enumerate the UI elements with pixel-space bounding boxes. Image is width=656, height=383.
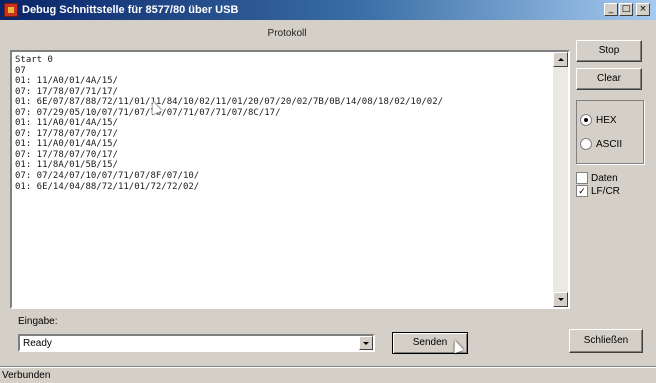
log-header: Protokoll [267, 28, 307, 39]
log-line: 07: 17/78/07/71/17/ [15, 86, 118, 97]
log-lines: Start 0 07 01: 11/A0/01/4A/15/ 07: 17/78… [15, 55, 555, 192]
radio-hex[interactable]: HEX [580, 114, 617, 128]
radio-ascii[interactable]: ASCII [580, 138, 622, 152]
status-text: Verbunden [2, 370, 51, 381]
radio-ascii-label: ASCII [596, 139, 623, 150]
log-line: 01: 11/8A/01/5B/15/ [15, 160, 118, 171]
log-line: 07 [15, 65, 26, 76]
log-line: 07: 17/78/07/70/17/ [15, 149, 118, 160]
log-scrollbar[interactable] [553, 52, 568, 307]
status-divider [0, 366, 656, 367]
combobox-value[interactable]: Ready [23, 337, 52, 351]
maximize-button[interactable]: □ [619, 3, 633, 16]
minimize-button[interactable]: _ [604, 3, 618, 16]
window-title: Debug Schnittstelle für 8577/80 über USB [22, 4, 239, 16]
scroll-up-icon[interactable] [553, 52, 568, 67]
checkbox-lfcr-label: LF/CR [591, 186, 620, 197]
title-bar[interactable]: Debug Schnittstelle für 8577/80 über USB… [0, 0, 656, 20]
log-line: 07: 07/24/07/10/07/71/07/8F/07/10/ [15, 171, 200, 182]
scroll-down-icon[interactable] [553, 292, 568, 307]
close-window-button[interactable]: × [636, 3, 650, 16]
log-line: 01: 11/A0/01/4A/15/ [15, 76, 118, 87]
chevron-down-icon[interactable] [359, 336, 373, 350]
log-line: Start 0 [15, 55, 53, 65]
log-line: 07: 17/78/07/70/17/ [15, 128, 118, 139]
app-icon [4, 3, 18, 17]
clear-button[interactable]: Clear [576, 68, 642, 90]
log-line: 01: 11/A0/01/4A/15/ [15, 118, 118, 129]
log-line: 01: 6E/07/87/88/72/11/01/11/84/10/02/11/… [15, 97, 444, 108]
radio-unselected-icon[interactable] [580, 138, 592, 151]
log-line: 01: 11/A0/01/4A/15/ [15, 139, 118, 150]
command-combobox[interactable]: Ready [18, 334, 375, 352]
checkbox-lfcr[interactable]: ✓ LF/CR [576, 185, 620, 198]
format-group [576, 100, 644, 164]
close-button[interactable]: Schließen [569, 329, 643, 353]
input-label: Eingabe: [18, 316, 58, 327]
radio-hex-label: HEX [596, 115, 617, 126]
debug-window: Debug Schnittstelle für 8577/80 über USB… [0, 0, 656, 383]
checkmark-icon[interactable]: ✓ [576, 185, 588, 198]
checkbox-data[interactable]: Daten [576, 172, 618, 185]
log-line: 01: 6E/14/04/88/72/11/01/72/72/02/ [15, 181, 200, 192]
stop-button[interactable]: Stop [576, 40, 642, 62]
checkbox-data-label: Daten [591, 173, 618, 184]
checkbox-empty-icon[interactable] [576, 172, 588, 185]
log-line: 07: 07/29/05/10/07/71/07/70/07/71/07/71/… [15, 107, 281, 118]
radio-selected-icon[interactable] [580, 114, 592, 127]
log-output[interactable]: Start 0 07 01: 11/A0/01/4A/15/ 07: 17/78… [10, 50, 570, 309]
